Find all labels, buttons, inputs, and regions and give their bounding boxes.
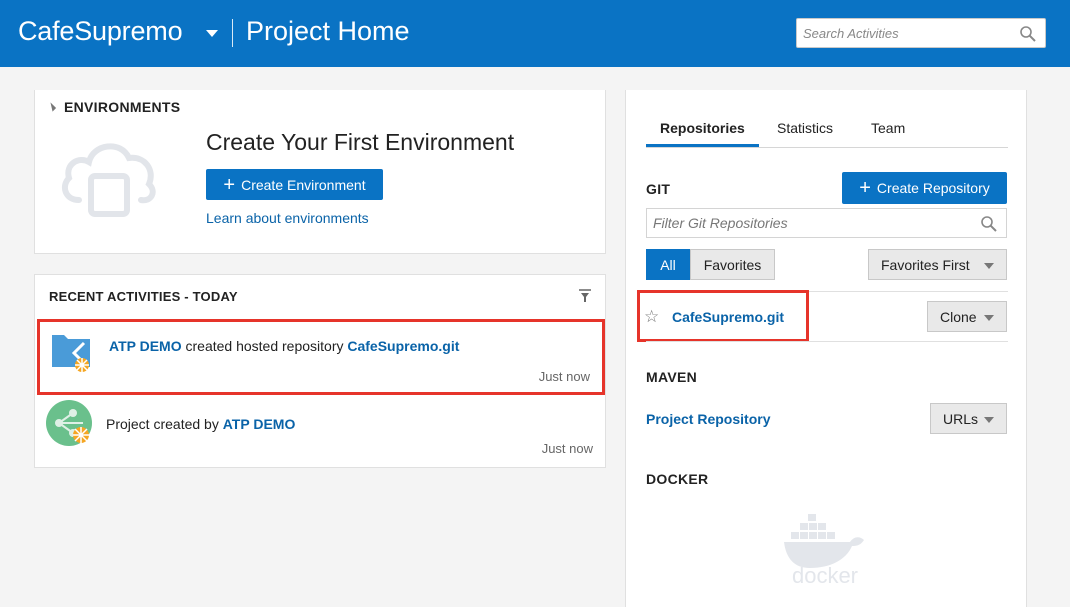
docker-logo: docker <box>780 510 872 591</box>
collapse-triangle-icon[interactable] <box>46 102 57 112</box>
chevron-down-icon <box>984 417 994 423</box>
search-icon[interactable] <box>1019 25 1037 48</box>
maven-heading: MAVEN <box>646 369 698 385</box>
urls-dropdown[interactable]: URLs <box>930 403 1007 434</box>
filter-repositories-input[interactable] <box>647 209 967 237</box>
activity-item: ATP DEMO created hosted repository CafeS… <box>37 319 605 395</box>
plus-icon: + <box>859 177 871 199</box>
actor-link[interactable]: ATP DEMO <box>109 338 182 354</box>
maven-project-repository-link[interactable]: Project Repository <box>646 411 770 427</box>
learn-environments-link[interactable]: Learn about environments <box>206 210 369 226</box>
environment-empty-title: Create Your First Environment <box>206 129 515 155</box>
recent-activities-heading: RECENT ACTIVITIES - TODAY <box>49 289 238 304</box>
repositories-panel: Repositories Statistics Team GIT + Creat… <box>625 90 1027 607</box>
header-divider <box>232 19 233 47</box>
chevron-down-icon <box>984 263 994 269</box>
create-environment-label: Create Environment <box>241 176 366 193</box>
recent-activities-panel: RECENT ACTIVITIES - TODAY ATP DEMO creat… <box>34 274 606 468</box>
folder-repo-icon <box>50 329 96 378</box>
plus-icon: + <box>223 173 236 196</box>
environments-heading: ENVIRONMENTS <box>64 99 181 115</box>
create-environment-button[interactable]: + Create Environment <box>206 169 383 200</box>
project-name[interactable]: CafeSupremo <box>18 16 183 47</box>
repo-tabs: Repositories Statistics Team <box>646 120 1008 148</box>
create-repository-label: Create Repository <box>876 180 990 196</box>
svg-text:docker: docker <box>792 563 858 586</box>
repository-link[interactable]: CafeSupremo.git <box>347 338 459 354</box>
create-repository-button[interactable]: + Create Repository <box>842 172 1007 204</box>
activity-time: Just now <box>538 369 590 384</box>
filter-favorites-button[interactable]: Favorites <box>690 249 775 280</box>
repository-link[interactable]: CafeSupremo.git <box>672 309 784 325</box>
page-title: Project Home <box>246 16 410 46</box>
clone-dropdown[interactable]: Clone <box>927 301 1007 332</box>
tab-statistics[interactable]: Statistics <box>777 120 833 147</box>
search-box <box>796 18 1046 48</box>
docker-heading: DOCKER <box>646 471 709 487</box>
environments-header[interactable]: ENVIRONMENTS <box>46 99 181 115</box>
top-header-bar: CafeSupremo Project Home <box>0 0 1070 67</box>
filter-funnel-icon[interactable] <box>579 289 591 308</box>
git-heading: GIT <box>646 181 671 197</box>
cloud-environment-icon <box>57 130 159 225</box>
star-favorite-icon[interactable]: ☆ <box>644 307 659 327</box>
project-created-icon <box>45 399 95 454</box>
environments-panel: ENVIRONMENTS Create Your First Environme… <box>34 90 606 254</box>
divider <box>646 341 1008 342</box>
search-input[interactable] <box>797 19 1012 47</box>
filter-repositories-box <box>646 208 1007 238</box>
project-switcher-caret-icon[interactable] <box>206 30 218 37</box>
activity-item: Project created by ATP DEMO Just now <box>35 399 605 465</box>
filter-all-button[interactable]: All <box>646 249 690 280</box>
tab-repositories[interactable]: Repositories <box>646 120 759 147</box>
actor-link[interactable]: ATP DEMO <box>223 416 296 432</box>
activity-text: ATP DEMO created hosted repository CafeS… <box>109 338 460 354</box>
activity-text: Project created by ATP DEMO <box>106 416 296 432</box>
chevron-down-icon <box>984 315 994 321</box>
activity-time: Just now <box>541 441 593 456</box>
tab-team[interactable]: Team <box>871 120 905 147</box>
search-icon[interactable] <box>980 215 998 238</box>
sort-dropdown[interactable]: Favorites First <box>868 249 1007 280</box>
